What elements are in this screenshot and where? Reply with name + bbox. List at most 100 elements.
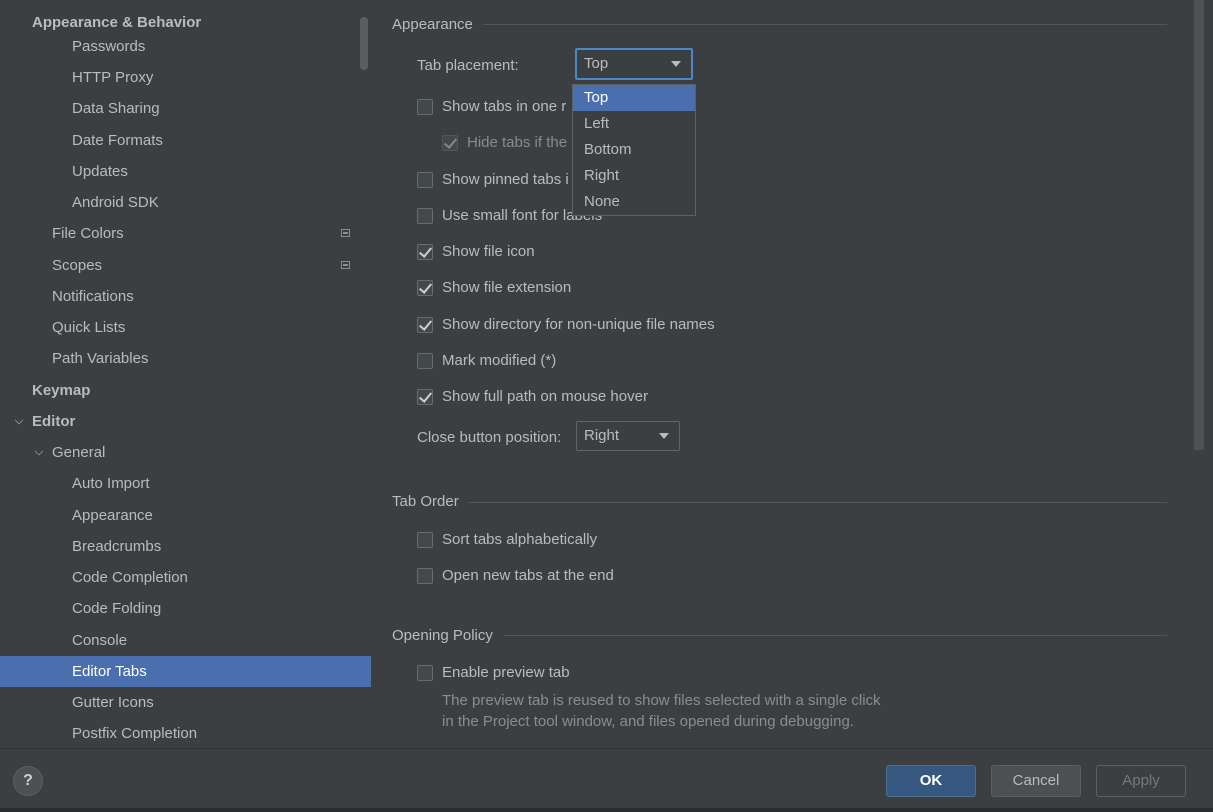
sidebar-item[interactable]: File Colors (0, 218, 371, 249)
project-scope-icon (341, 261, 350, 269)
project-scope-icon (341, 229, 350, 237)
checkbox-label: Open new tabs at the end (442, 567, 614, 584)
sidebar-item-label: Auto Import (72, 475, 150, 492)
checkbox-box[interactable] (417, 665, 433, 681)
sidebar-item[interactable]: Code Completion (0, 562, 371, 593)
sidebar-item[interactable]: Editor Tabs (0, 656, 371, 687)
sidebar-item-label: Scopes (52, 257, 103, 274)
dropdown-option[interactable]: None (573, 189, 695, 215)
tab-order-group-separator (468, 502, 1167, 503)
checkbox-box[interactable] (417, 353, 433, 369)
cancel-button[interactable]: Cancel (991, 765, 1081, 797)
sidebar-item-label: Keymap (32, 382, 91, 399)
opening-policy-group-separator (504, 635, 1167, 636)
close-button-position-label: Close button position: (417, 429, 562, 446)
sidebar-item[interactable]: Updates (0, 156, 371, 187)
settings-tree[interactable]: Appearance & Behavior Passwords HTTP Proxy… (0, 0, 371, 748)
checkbox-label: Show file extension (442, 279, 572, 296)
checkbox-label: Show full path on mouse hover (442, 388, 648, 405)
sidebar-item[interactable]: Code Folding (0, 593, 371, 624)
sidebar-item[interactable]: Postfix Completion (0, 718, 371, 748)
checkbox-label: Show tabs in one r (442, 98, 567, 115)
help-button[interactable]: ? (13, 766, 43, 796)
ok-button[interactable]: OK (886, 765, 976, 797)
tab-placement-dropdown-list[interactable]: Top Left Bottom Right None (572, 84, 696, 216)
sidebar-item-label: Editor Tabs (72, 663, 147, 680)
main-scrollbar[interactable] (1194, 0, 1204, 450)
checkbox-label: Show file icon (442, 243, 535, 260)
sidebar-item-label: Notifications (52, 288, 134, 305)
sidebar-item-label: Quick Lists (52, 319, 126, 336)
sidebar-item[interactable]: Auto Import (0, 468, 371, 499)
close-button-position-combo[interactable]: Right (576, 421, 680, 451)
checkbox-label: Mark modified (*) (442, 352, 557, 369)
appearance-group-separator (483, 24, 1167, 25)
sidebar-item[interactable]: General (0, 437, 371, 468)
dropdown-option[interactable]: Right (573, 163, 695, 189)
sidebar-item-label: File Colors (52, 225, 124, 242)
preview-tab-description-line1: The preview tab is reused to show files … (442, 692, 881, 709)
checkbox-box[interactable] (417, 280, 433, 296)
checkbox-box[interactable] (417, 532, 433, 548)
sidebar-item-label: Breadcrumbs (72, 538, 162, 555)
sidebar-item[interactable]: Passwords (0, 31, 371, 62)
checkbox-box[interactable] (417, 389, 433, 405)
sidebar-item-label: Editor (32, 413, 76, 430)
sidebar-item[interactable]: HTTP Proxy (0, 62, 371, 93)
sidebar-item[interactable]: Editor (0, 406, 371, 437)
checkbox-label: Enable preview tab (442, 664, 570, 681)
sidebar-item-label: Android SDK (72, 194, 159, 211)
chevron-down-icon[interactable] (14, 415, 24, 425)
sidebar-item[interactable]: Date Formats (0, 125, 371, 156)
sidebar-item-label: Data Sharing (72, 100, 160, 117)
checkbox-box[interactable] (417, 208, 433, 224)
dropdown-option[interactable]: Left (573, 111, 695, 137)
sidebar-item-label: Code Folding (72, 600, 162, 617)
sidebar-item[interactable]: Breadcrumbs (0, 531, 371, 562)
dropdown-option[interactable]: Bottom (573, 137, 695, 163)
sidebar-item[interactable]: Quick Lists (0, 312, 371, 343)
checkbox-box[interactable] (417, 317, 433, 333)
sidebar-item-label: Gutter Icons (72, 694, 154, 711)
sidebar-item-label: Console (72, 632, 128, 649)
checkbox-label: Show pinned tabs i (442, 171, 569, 188)
dialog-footer: ? OK Cancel Apply (0, 748, 1213, 812)
sidebar-item-label: Appearance (72, 507, 153, 524)
sidebar-item[interactable]: Gutter Icons (0, 687, 371, 718)
close-button-position-value: Right (584, 427, 620, 444)
tab-placement-value: Top (584, 55, 609, 72)
chevron-down-icon (659, 433, 669, 439)
sidebar-item-label: Code Completion (72, 569, 188, 586)
window-bottom-edge (0, 808, 1213, 812)
sidebar-item[interactable]: Path Variables (0, 343, 371, 374)
tab-placement-label: Tab placement: (417, 57, 519, 74)
checkbox-label: Hide tabs if the (467, 134, 568, 151)
tab-order-group-title: Tab Order (392, 493, 459, 510)
sidebar-item[interactable]: Scopes (0, 250, 371, 281)
sidebar-scrollbar[interactable] (360, 17, 368, 70)
sidebar-item[interactable]: Console (0, 625, 371, 656)
checkbox-box[interactable] (417, 244, 433, 260)
chevron-down-icon (671, 61, 681, 67)
sidebar-item-label: General (52, 444, 106, 461)
appearance-group-title: Appearance (392, 16, 473, 33)
sidebar-item-label: Passwords (72, 38, 146, 55)
opening-policy-group-title: Opening Policy (392, 627, 493, 644)
apply-button[interactable]: Apply (1096, 765, 1186, 797)
chevron-down-icon[interactable] (34, 446, 44, 456)
checkbox-box[interactable] (417, 172, 433, 188)
sidebar-item[interactable]: Appearance (0, 500, 371, 531)
checkbox-box (442, 135, 458, 151)
checkbox-box[interactable] (417, 99, 433, 115)
sidebar-item[interactable]: Notifications (0, 281, 371, 312)
checkbox-label: Show directory for non-unique file names (442, 316, 715, 333)
sidebar-item-label: HTTP Proxy (72, 69, 154, 86)
sidebar-item[interactable]: Android SDK (0, 187, 371, 218)
dropdown-option[interactable]: Top (573, 85, 695, 111)
sidebar-item[interactable]: Keymap (0, 375, 371, 406)
tab-placement-combo[interactable]: Top (575, 48, 693, 80)
sidebar-item-label: Postfix Completion (72, 725, 198, 742)
sidebar-item[interactable]: Data Sharing (0, 93, 371, 124)
checkbox-box[interactable] (417, 568, 433, 584)
sidebar-item-label: Updates (72, 163, 128, 180)
